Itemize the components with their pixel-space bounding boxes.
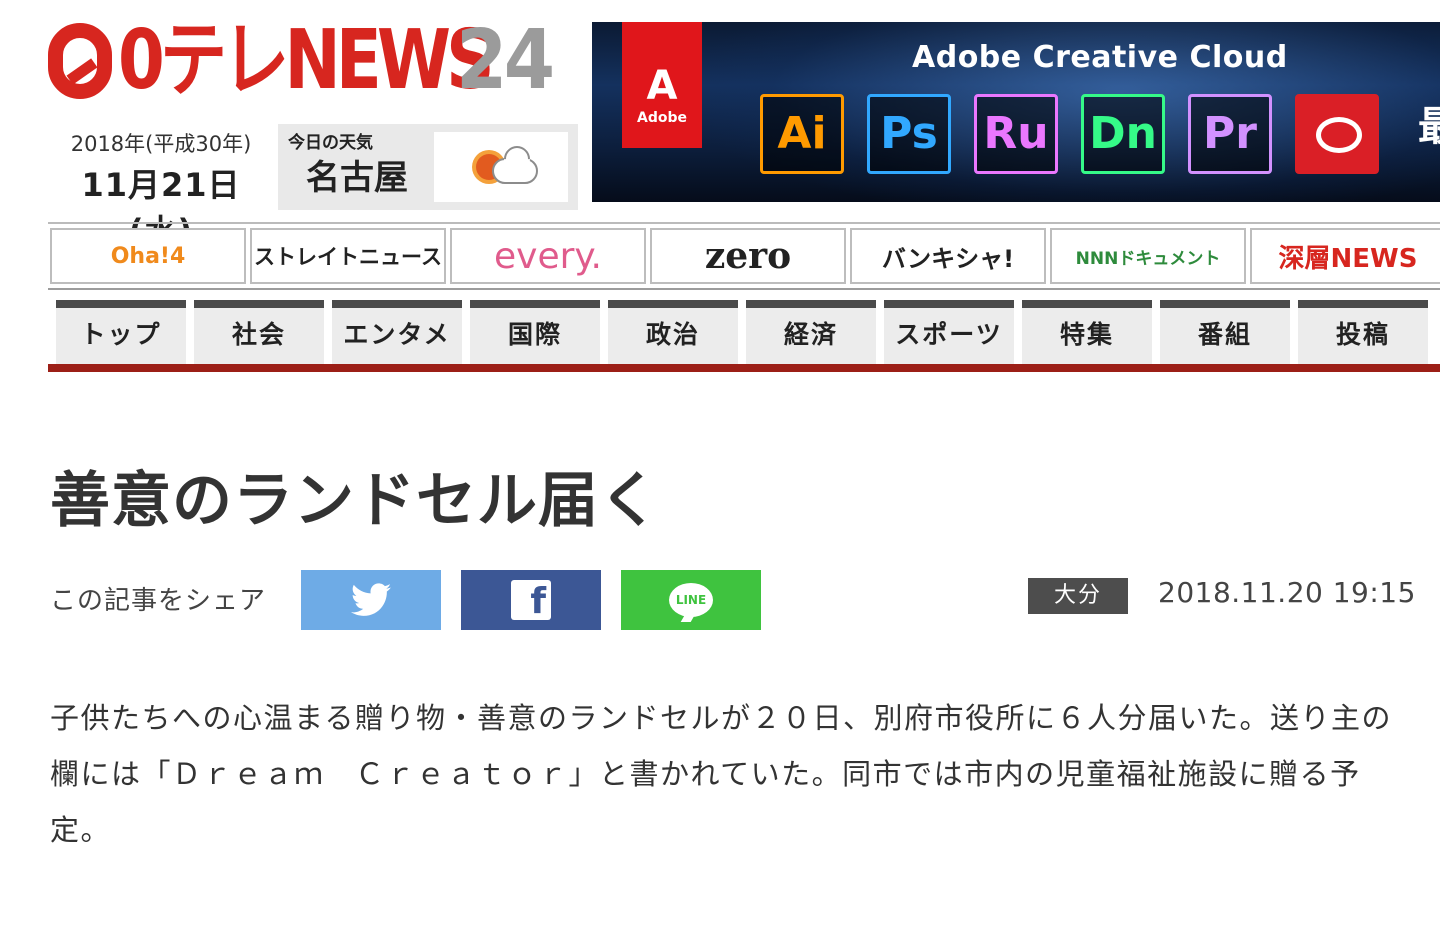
region-badge[interactable]: 大分 — [1028, 578, 1128, 614]
photoshop-icon: Ps — [867, 94, 951, 174]
program-row-top-border — [48, 222, 1440, 224]
site-logo[interactable]: 0テレNEWS 24 — [48, 18, 571, 104]
program-straight-news[interactable]: ストレイトニュース — [250, 228, 446, 284]
adobe-tag-label: Adobe — [637, 110, 687, 126]
share-facebook-button[interactable]: f — [461, 570, 601, 630]
ad-banner[interactable]: A Adobe Adobe Creative Cloud Ai Ps Ru Dn… — [592, 22, 1440, 202]
dimension-icon: Dn — [1081, 94, 1165, 174]
tab-society[interactable]: 社会 — [194, 300, 324, 364]
weather-city: 名古屋 — [284, 154, 430, 202]
weather-label: 今日の天気 — [288, 133, 373, 153]
weather-icon-box — [434, 132, 568, 202]
ad-edge-text: 最 — [1418, 104, 1440, 150]
line-icon: LINE — [669, 583, 713, 617]
tab-sports[interactable]: スポーツ — [884, 300, 1014, 364]
tab-top[interactable]: トップ — [56, 300, 186, 364]
nav-accent-bar — [48, 364, 1440, 372]
tab-economy[interactable]: 経済 — [746, 300, 876, 364]
share-twitter-button[interactable] — [301, 570, 441, 630]
adobe-logo: A Adobe — [622, 22, 702, 148]
program-bankisha[interactable]: バンキシャ! — [850, 228, 1046, 284]
twitter-icon — [351, 583, 391, 616]
tab-features[interactable]: 特集 — [1022, 300, 1152, 364]
share-label: この記事をシェア — [50, 586, 267, 616]
tab-programs[interactable]: 番組 — [1160, 300, 1290, 364]
illustrator-icon: Ai — [760, 94, 844, 174]
program-every[interactable]: every. — [450, 228, 646, 284]
date-era: 2018年(平成30年) — [70, 132, 252, 156]
article-body: 子供たちへの心温まる贈り物・善意のランドセルが２０日、別府市役所に６人分届いた。… — [50, 701, 1393, 847]
facebook-icon: f — [511, 580, 551, 620]
logo-zero-mark — [48, 23, 112, 99]
article-headline: 善意のランドセル届く — [50, 466, 660, 536]
share-line-button[interactable]: LINE — [621, 570, 761, 630]
tab-international[interactable]: 国際 — [470, 300, 600, 364]
tab-politics[interactable]: 政治 — [608, 300, 738, 364]
program-row-bottom-border — [48, 288, 1440, 290]
creative-cloud-icon — [1295, 94, 1379, 174]
program-nnn-document[interactable]: NNNドキュメント — [1050, 228, 1246, 284]
tab-entertainment[interactable]: エンタメ — [332, 300, 462, 364]
tab-submit[interactable]: 投稿 — [1298, 300, 1428, 364]
program-oha4[interactable]: Oha!4 — [50, 228, 246, 284]
premiere-icon: Pr — [1188, 94, 1272, 174]
rush-icon: Ru — [974, 94, 1058, 174]
program-shinso-news[interactable]: 深層NEWS — [1250, 228, 1440, 284]
adobe-a-icon: A — [646, 63, 678, 109]
ad-title: Adobe Creative Cloud — [912, 40, 1288, 75]
article-timestamp: 2018.11.20 19:15 — [1158, 576, 1416, 609]
logo-text: 0テレNEWS — [118, 13, 495, 108]
cloud-icon — [492, 158, 538, 184]
logo-number: 24 — [456, 13, 555, 108]
program-zero[interactable]: zero — [650, 228, 846, 284]
weather-widget[interactable]: 今日の天気 名古屋 — [278, 124, 578, 210]
